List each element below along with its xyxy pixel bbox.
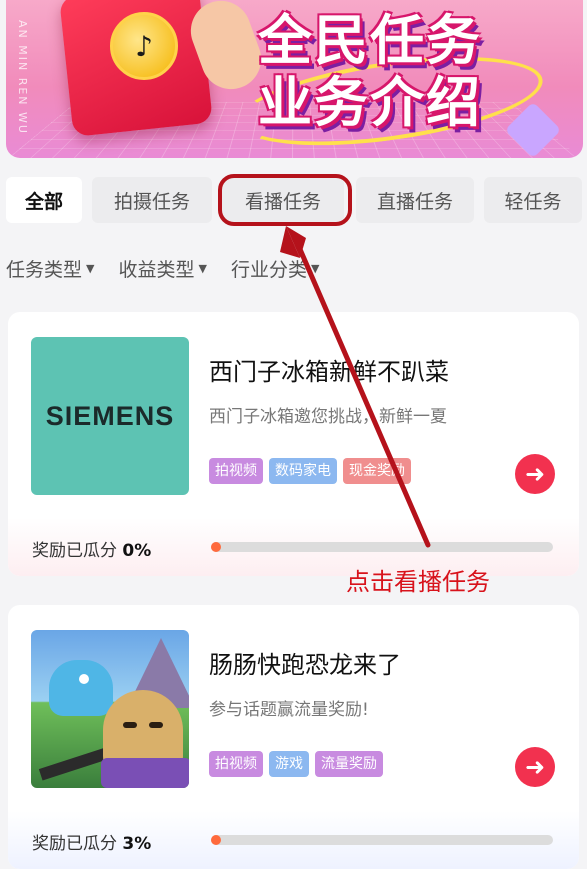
filter-income-type[interactable]: 收益类型 ▼ bbox=[118, 252, 206, 284]
tab-shooting[interactable]: 拍摄任务 bbox=[92, 177, 212, 223]
gun-illustration bbox=[38, 747, 110, 781]
filter-label: 收益类型 bbox=[118, 258, 195, 281]
filter-label: 行业分类 bbox=[230, 258, 307, 281]
tiktok-coin-icon: ♪ bbox=[110, 12, 178, 80]
character-scarf bbox=[101, 758, 189, 788]
banner-title-line2: 业务介绍 bbox=[258, 71, 482, 134]
tab-live[interactable]: 直播任务 bbox=[356, 177, 474, 223]
tab-highlight-box bbox=[218, 174, 352, 226]
character-eye bbox=[149, 722, 163, 728]
task-tags: 拍视频 游戏 流量奖励 bbox=[209, 751, 383, 777]
caret-down-icon: ▼ bbox=[310, 261, 320, 275]
progress-fill bbox=[211, 542, 221, 552]
progress-label-text: 奖励已瓜分 bbox=[32, 834, 117, 854]
task-tags: 拍视频 数码家电 现金奖励 bbox=[209, 458, 411, 484]
tab-light-task[interactable]: 轻任务 bbox=[484, 177, 582, 223]
filter-industry[interactable]: 行业分类 ▼ bbox=[231, 252, 319, 284]
task-subtitle: 参与话题赢流量奖励! bbox=[209, 700, 369, 720]
annotation-text: 点击看播任务 bbox=[346, 568, 490, 596]
caret-down-icon: ▼ bbox=[86, 261, 95, 275]
progress-track bbox=[211, 835, 553, 845]
progress-value: 0% bbox=[122, 541, 152, 561]
progress-track bbox=[211, 542, 553, 552]
tag: 现金奖励 bbox=[343, 458, 411, 484]
task-title: 肠肠快跑恐龙来了 bbox=[209, 651, 401, 679]
tag: 拍视频 bbox=[209, 751, 263, 777]
siemens-logo: SIEMENS bbox=[45, 400, 175, 431]
task-card[interactable]: 肠肠快跑恐龙来了 参与话题赢流量奖励! 拍视频 游戏 流量奖励 ➜ 奖励已瓜分 … bbox=[8, 605, 579, 869]
arrow-right-icon[interactable]: ➜ bbox=[515, 747, 555, 787]
dinosaur-eye bbox=[79, 674, 89, 684]
task-card[interactable]: SIEMENS 西门子冰箱新鲜不趴菜 西门子冰箱邀您挑战，新鲜一夏 拍视频 数码… bbox=[8, 312, 579, 576]
arrow-right-icon[interactable]: ➜ bbox=[515, 454, 555, 494]
progress-label: 奖励已瓜分 3% bbox=[32, 829, 151, 854]
task-thumbnail: SIEMENS bbox=[31, 337, 189, 495]
task-subtitle: 西门子冰箱邀您挑战，新鲜一夏 bbox=[209, 407, 447, 427]
progress-label-text: 奖励已瓜分 bbox=[32, 541, 117, 561]
tag: 数码家电 bbox=[269, 458, 337, 484]
caret-down-icon: ▼ bbox=[198, 261, 207, 275]
dinosaur-illustration bbox=[49, 660, 113, 716]
tag: 流量奖励 bbox=[315, 751, 383, 777]
tab-all[interactable]: 全部 bbox=[6, 177, 82, 223]
progress-value: 3% bbox=[122, 834, 152, 854]
character-eye bbox=[123, 722, 137, 728]
reward-progress-row: 奖励已瓜分 0% bbox=[8, 518, 579, 576]
progress-label: 奖励已瓜分 0% bbox=[32, 536, 151, 561]
banner-side-text: AN MIN REN WU bbox=[16, 20, 29, 135]
tag: 拍视频 bbox=[209, 458, 263, 484]
reward-progress-row: 奖励已瓜分 3% bbox=[8, 811, 579, 869]
tag: 游戏 bbox=[269, 751, 309, 777]
filter-task-type[interactable]: 任务类型 ▼ bbox=[6, 252, 94, 284]
filter-bar: 任务类型 ▼ 收益类型 ▼ 行业分类 ▼ bbox=[6, 252, 319, 284]
task-title: 西门子冰箱新鲜不趴菜 bbox=[209, 358, 449, 386]
promo-banner[interactable]: AN MIN REN WU ♪ 全民任务 业务介绍 bbox=[6, 0, 583, 158]
progress-fill bbox=[211, 835, 222, 845]
filter-label: 任务类型 bbox=[6, 258, 83, 281]
task-thumbnail bbox=[31, 630, 189, 788]
